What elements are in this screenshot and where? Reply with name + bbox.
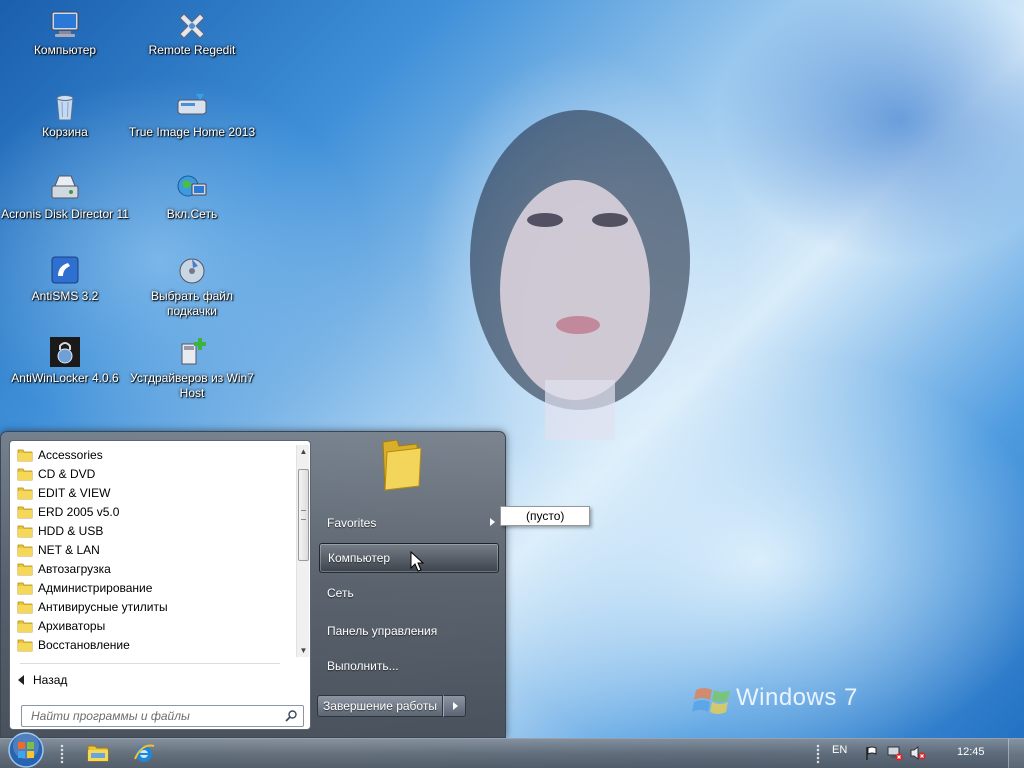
user-folder-icon [382,439,422,491]
folder-icon [17,601,33,613]
program-folder-item[interactable]: CD & DVD [14,464,296,483]
desktop-icon-label: Acronis Disk Director 11 [1,207,129,221]
pagefile-icon [179,258,205,284]
desktop-icon-label: Устдрайверов из Win7 Host [130,371,254,400]
shutdown-options-button[interactable] [443,695,466,717]
computer-icon [51,11,79,37]
network-disconnected-icon[interactable] [887,745,903,761]
desktop-icon-computer[interactable]: Компьютер [0,8,130,58]
explorer-folder-icon[interactable] [86,741,110,765]
scroll-thumb[interactable] [298,469,309,561]
menu-item-favorites[interactable]: Favorites [319,508,499,538]
menu-item-run[interactable]: Выполнить... [319,651,499,681]
desktop-icon-antiwinlocker[interactable]: AntiWinLocker 4.0.6 [0,336,130,386]
desktop-icon-label: Корзина [42,125,88,139]
program-folder-item[interactable]: Архиваторы [14,616,296,635]
desktop-icon-label: Компьютер [33,43,97,57]
desktop-icon-recycle-bin[interactable]: Корзина [0,90,130,140]
taskbar-grip[interactable] [816,744,820,764]
desktop-icon-pagefile[interactable]: Выбрать файл подкачки [127,254,257,319]
antisms-icon [51,256,79,284]
menu-item-computer[interactable]: Компьютер [319,543,499,573]
start-button[interactable] [6,730,46,768]
folder-icon [17,506,33,518]
flag-icon[interactable] [864,745,880,761]
folder-icon [17,544,33,556]
network-globe-icon [177,175,207,197]
menu-item-control-panel[interactable]: Панель управления [319,616,499,646]
desktop-icon-label: Выбрать файл подкачки [151,289,233,318]
mouse-cursor-icon [410,551,424,572]
menu-item-network[interactable]: Сеть [319,578,499,608]
show-desktop-button[interactable] [1008,739,1024,768]
language-indicator[interactable]: EN [832,744,847,756]
volume-muted-icon[interactable] [910,745,926,761]
desktop-icon-remote-regedit[interactable]: Remote Regedit [127,8,257,58]
program-folder-item[interactable]: Администрирование [14,578,296,597]
programs-scrollbar[interactable]: ▲ ▼ [296,445,309,657]
desktop-icon-label: AntiWinLocker 4.0.6 [11,371,119,385]
true-image-icon [177,94,207,115]
driver-install-icon [181,338,206,365]
all-programs-list: Accessories CD & DVD EDIT & VIEW ERD 200… [14,445,296,657]
start-menu: Accessories CD & DVD EDIT & VIEW ERD 200… [0,431,506,738]
divider [20,663,280,664]
folder-icon [17,620,33,632]
disk-director-icon [51,175,79,199]
folder-icon [17,449,33,461]
program-folder-item[interactable]: NET & LAN [14,540,296,559]
recycle-bin-icon [56,95,74,121]
wallpaper-portrait [470,110,690,440]
program-folder-item[interactable]: EDIT & VIEW [14,483,296,502]
desktop-icon-disk-director[interactable]: Acronis Disk Director 11 [0,172,130,222]
regedit-icon [179,13,205,39]
desktop-icon-driver-install[interactable]: Устдрайверов из Win7 Host [127,336,257,401]
desktop-icon-antisms[interactable]: AntiSMS 3.2 [0,254,130,304]
program-folder-item[interactable]: HDD & USB [14,521,296,540]
taskbar-grip[interactable] [60,744,64,764]
padlock-icon [50,337,80,367]
desktop-icon-network-on[interactable]: Вкл.Сеть [127,172,257,222]
shutdown-button[interactable]: Завершение работы [317,695,443,717]
folder-icon [17,582,33,594]
search-input[interactable]: Найти программы и файлы [21,705,304,727]
taskbar-clock[interactable]: 12:45 [957,746,985,758]
start-menu-programs-pane: Accessories CD & DVD EDIT & VIEW ERD 200… [9,440,311,730]
program-folder-item[interactable]: ERD 2005 v5.0 [14,502,296,521]
internet-explorer-icon[interactable] [132,741,156,765]
program-folder-item[interactable]: Антивирусные утилиты [14,597,296,616]
windows-7-watermark: Windows 7 [736,684,858,711]
folder-icon [17,525,33,537]
folder-icon [17,563,33,575]
back-arrow-icon [18,675,24,685]
program-folder-item[interactable]: Восстановление [14,635,296,654]
folder-icon [17,639,33,651]
submenu-arrow-icon [490,518,495,526]
desktop-icon-label: True Image Home 2013 [128,125,256,139]
program-folder-item[interactable]: Accessories [14,445,296,464]
folder-icon [17,487,33,499]
scroll-down-arrow-icon[interactable]: ▼ [297,644,310,657]
search-icon[interactable] [285,710,297,722]
folder-icon [17,468,33,480]
program-folder-item[interactable]: Автозагрузка [14,559,296,578]
back-button[interactable]: Назад [18,670,67,690]
desktop-icon-label: Remote Regedit [148,43,236,57]
desktop-icon-true-image[interactable]: True Image Home 2013 [127,90,257,140]
scroll-up-arrow-icon[interactable]: ▲ [297,445,310,458]
favorites-submenu[interactable]: (пусто) [500,506,590,526]
desktop-icon-label: AntiSMS 3.2 [31,289,99,303]
desktop-icon-label: Вкл.Сеть [166,207,218,221]
